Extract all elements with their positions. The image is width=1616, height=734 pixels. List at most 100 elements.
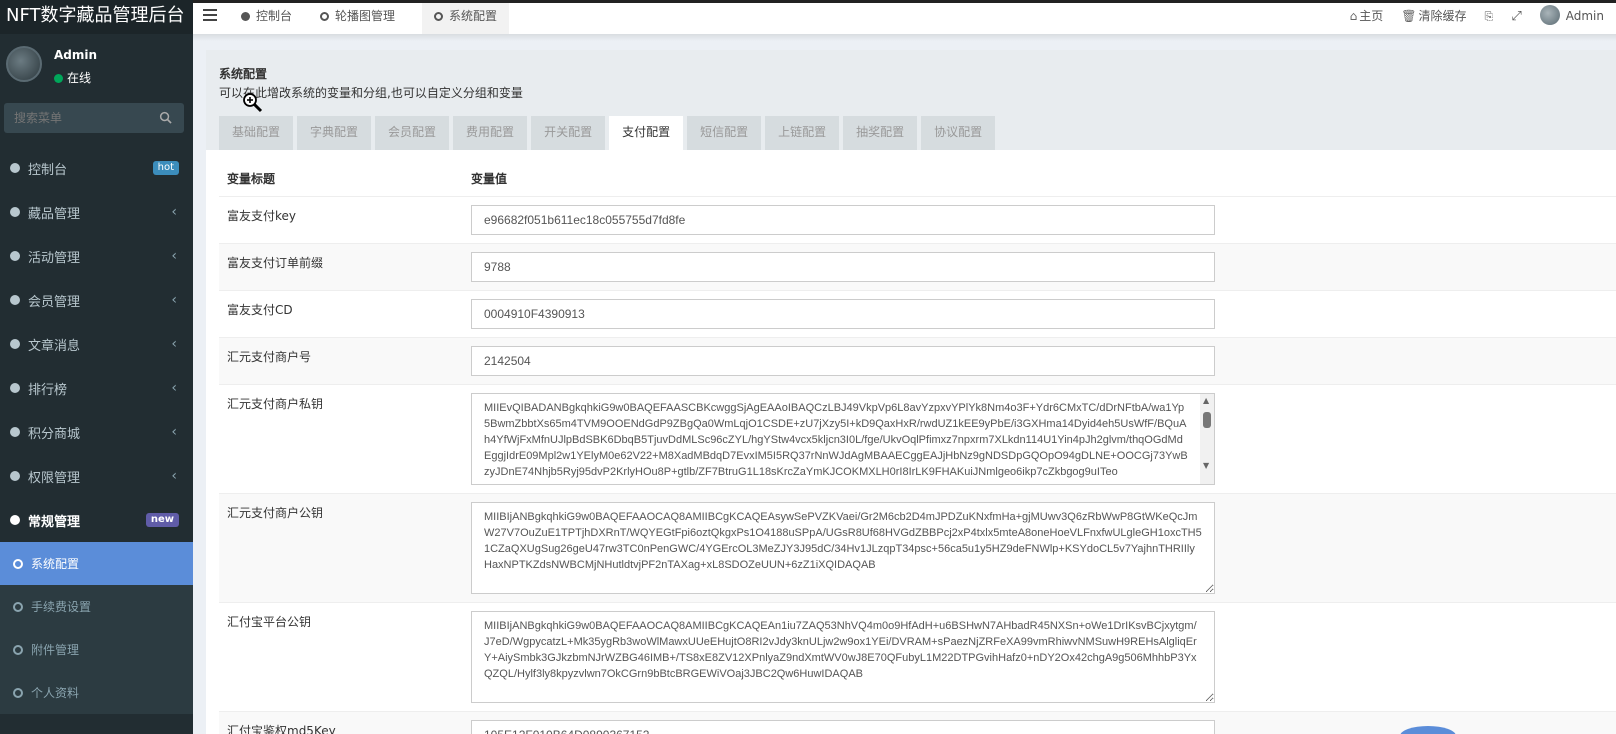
scroll-thumb[interactable] xyxy=(1203,412,1211,428)
search-icon[interactable] xyxy=(159,111,172,124)
tab-dictionary-config[interactable]: 字典配置 xyxy=(297,116,372,150)
sidebar-subitem-profile[interactable]: 个人资料 xyxy=(0,671,193,714)
circle-icon xyxy=(10,163,20,173)
table-body: 富友支付key 富友支付订单前缀 富友支付CD 汇元支付商户号 汇元支付商户私钥… xyxy=(219,196,1616,734)
clear-cache-label: 清除缓存 xyxy=(1418,9,1467,23)
panel-header: 系统配置 可以在此增改系统的变量和分组,也可以自定义分组和变量 基础配置 字典配… xyxy=(206,50,1616,150)
menu-search-input[interactable] xyxy=(4,103,154,133)
user-name: Admin xyxy=(54,48,98,62)
sidebar-subitem-label: 个人资料 xyxy=(31,686,80,700)
content-divider xyxy=(193,34,1616,41)
tab-label: 控制台 xyxy=(256,9,293,23)
sidebar-subitem-attachments[interactable]: 附件管理 xyxy=(0,628,193,671)
sidebar-item-general[interactable]: 常规管理 new xyxy=(0,498,193,542)
heepay-md5-key-input[interactable] xyxy=(471,720,1215,734)
scroll-down-icon[interactable]: ▼ xyxy=(1203,461,1209,470)
table-row: 汇元支付商户号 xyxy=(219,337,1616,384)
column-header-title: 变量标题 xyxy=(227,171,276,186)
sidebar-item-activities[interactable]: 活动管理 ‹ xyxy=(0,234,193,278)
brand-title[interactable]: NFT数字藏品管理后台 xyxy=(0,0,193,34)
config-table: 变量标题 变量值 富友支付key 富友支付订单前缀 富友支付CD 汇元支付商户号… xyxy=(219,160,1616,734)
tab-banner-management[interactable]: 轮播图管理 xyxy=(308,3,407,34)
top-navbar: 控制台 轮播图管理 系统配置 ⌂ 主页 🗑 清除缓存 ⎘ ⤢ Admin xyxy=(193,0,1616,34)
tab-lottery-config[interactable]: 抽奖配置 xyxy=(843,116,918,150)
sidebar-item-label: 常规管理 xyxy=(28,514,81,530)
fullscreen-icon[interactable]: ⤢ xyxy=(1511,3,1521,34)
sidebar-search xyxy=(4,103,184,133)
home-link[interactable]: ⌂ 主页 xyxy=(1350,3,1384,34)
chevron-left-icon: ‹ xyxy=(171,292,177,308)
sidebar-item-collections[interactable]: 藏品管理 ‹ xyxy=(0,190,193,234)
tab-payment-config[interactable]: 支付配置 xyxy=(609,116,684,150)
fuiou-key-input[interactable] xyxy=(471,205,1215,235)
scroll-up-icon[interactable]: ▲ xyxy=(1203,396,1209,405)
huiyuan-public-key-textarea[interactable]: MIIBIjANBgkqhkiG9w0BAQEFAAOCAQ8AMIIBCgKC… xyxy=(471,502,1215,594)
fuiou-cd-input[interactable] xyxy=(471,299,1215,329)
tab-member-config[interactable]: 会员配置 xyxy=(375,116,450,150)
sidebar-subitem-system-config[interactable]: 系统配置 xyxy=(0,542,193,585)
user-menu[interactable]: Admin xyxy=(1539,3,1604,34)
sidebar-subitem-label: 手续费设置 xyxy=(31,600,92,614)
circle-icon xyxy=(10,295,20,305)
circle-outline-icon xyxy=(13,601,23,612)
circle-icon xyxy=(10,471,20,481)
translate-icon[interactable]: ⎘ xyxy=(1485,3,1494,34)
row-label: 汇元支付商户私钥 xyxy=(227,397,324,411)
row-label: 汇元支付商户公钥 xyxy=(227,506,324,520)
clear-cache-button[interactable]: 🗑 清除缓存 xyxy=(1401,3,1466,34)
tab-sms-config[interactable]: 短信配置 xyxy=(687,116,762,150)
sidebar-item-members[interactable]: 会员管理 ‹ xyxy=(0,278,193,322)
sidebar-item-label: 积分商城 xyxy=(28,426,81,442)
table-row: 富友支付订单前缀 xyxy=(219,243,1616,290)
chevron-left-icon: ‹ xyxy=(171,336,177,352)
circle-icon xyxy=(10,251,20,261)
sidebar-item-label: 会员管理 xyxy=(28,294,81,310)
config-panel: 系统配置 可以在此增改系统的变量和分组,也可以自定义分组和变量 基础配置 字典配… xyxy=(206,50,1616,734)
row-label: 汇元支付商户号 xyxy=(227,350,312,364)
textarea-scrollbar[interactable]: ▲ ▼ xyxy=(1200,394,1214,484)
tab-chain-config[interactable]: 上链配置 xyxy=(765,116,840,150)
tab-system-config[interactable]: 系统配置 xyxy=(422,3,510,34)
sidebar-subitem-fee-settings[interactable]: 手续费设置 xyxy=(0,585,193,628)
sidebar-item-permissions[interactable]: 权限管理 ‹ xyxy=(0,454,193,498)
circle-outline-icon xyxy=(13,644,23,655)
row-label: 富友支付CD xyxy=(227,303,293,317)
table-row: 富友支付CD xyxy=(219,290,1616,337)
fuiou-order-prefix-input[interactable] xyxy=(471,252,1215,282)
home-label: 主页 xyxy=(1359,9,1384,23)
circle-icon xyxy=(10,207,20,217)
tab-basic-config[interactable]: 基础配置 xyxy=(219,116,294,150)
new-badge: new xyxy=(145,513,179,527)
circle-icon xyxy=(10,515,20,525)
config-tabs: 基础配置 字典配置 会员配置 费用配置 开关配置 支付配置 短信配置 上链配置 … xyxy=(219,116,999,150)
sidebar-item-points-mall[interactable]: 积分商城 ‹ xyxy=(0,410,193,454)
row-label: 汇付宝鉴权md5Key xyxy=(227,724,336,734)
table-row: 汇元支付商户私钥 MIIEvQIBADANBgkqhkiG9w0BAQEFAAS… xyxy=(219,384,1616,493)
chevron-left-icon: ‹ xyxy=(171,248,177,264)
tab-fee-config[interactable]: 费用配置 xyxy=(453,116,528,150)
home-icon: ⌂ xyxy=(1349,9,1358,23)
huiyuan-merchant-id-input[interactable] xyxy=(471,346,1215,376)
row-label: 富友支付订单前缀 xyxy=(227,256,324,270)
page-title: 系统配置 xyxy=(219,67,268,81)
huiyuan-private-key-textarea[interactable]: MIIEvQIBADANBgkqhkiG9w0BAQEFAASCBKcwggSj… xyxy=(471,393,1215,485)
sidebar-item-rankings[interactable]: 排行榜 ‹ xyxy=(0,366,193,410)
menu-toggle-icon[interactable] xyxy=(203,9,217,23)
sidebar-item-dashboard[interactable]: 控制台 hot xyxy=(0,146,193,190)
sidebar-item-label: 活动管理 xyxy=(28,250,81,266)
tab-switch-config[interactable]: 开关配置 xyxy=(531,116,606,150)
table-header: 变量标题 变量值 xyxy=(219,160,1616,196)
circle-outline-icon xyxy=(434,12,443,21)
avatar xyxy=(1539,5,1560,25)
sidebar-item-articles[interactable]: 文章消息 ‹ xyxy=(0,322,193,366)
tab-dashboard[interactable]: 控制台 xyxy=(229,3,304,34)
sidebar-subitem-label: 系统配置 xyxy=(31,557,80,571)
heepay-platform-public-key-textarea[interactable]: MIIBIjANBgkqhkiG9w0BAQEFAAOCAQ8AMIIBCgKC… xyxy=(471,611,1215,703)
sidebar-item-label: 权限管理 xyxy=(28,470,81,486)
tab-agreement-config[interactable]: 协议配置 xyxy=(921,116,996,150)
row-label: 汇付宝平台公钥 xyxy=(227,615,312,629)
avatar xyxy=(6,46,42,82)
table-row: 汇元支付商户公钥 MIIBIjANBgkqhkiG9w0BAQEFAAOCAQ8… xyxy=(219,493,1616,602)
sidebar-item-label: 文章消息 xyxy=(28,338,81,354)
circle-icon xyxy=(10,383,20,393)
